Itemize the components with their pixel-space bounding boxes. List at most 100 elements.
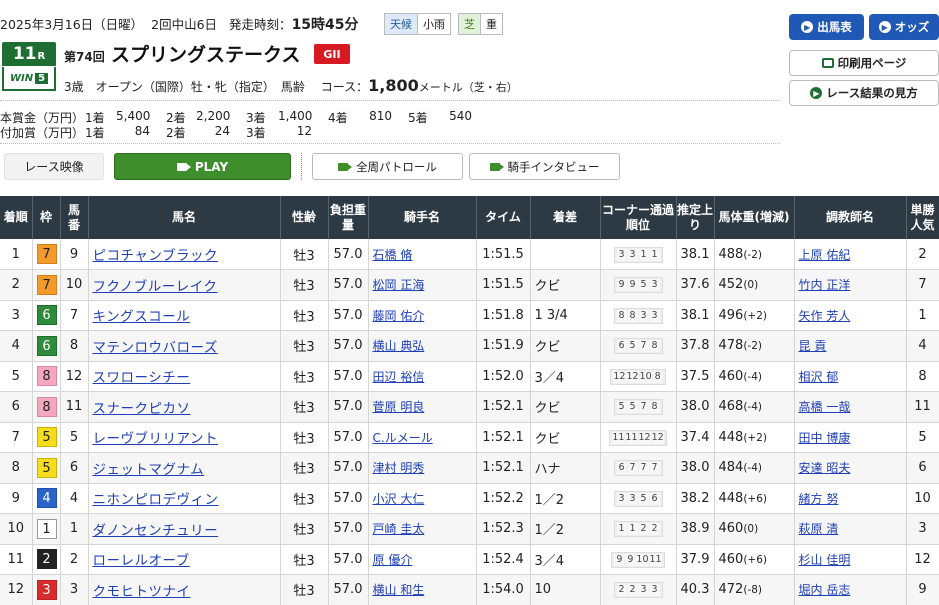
body-weight-value: 460: [718, 551, 744, 567]
last-3f: 38.9: [676, 513, 715, 545]
last-3f: 38.1: [676, 239, 715, 270]
carried-weight: 57.0: [328, 269, 369, 301]
sex-age: 牡3: [280, 300, 329, 331]
col-header-sex: 性齢: [280, 196, 329, 239]
jockey-name-link[interactable]: 津村 明秀: [373, 461, 425, 475]
jockey-cell: 藤岡 佑介: [368, 300, 477, 331]
jockey-name-link[interactable]: 小沢 大仁: [373, 492, 425, 506]
horse-name-link[interactable]: フクノブルーレイク: [93, 279, 218, 295]
jockey-name-link[interactable]: 松岡 正海: [373, 278, 425, 292]
sex-age: 牡3: [280, 422, 329, 453]
horse-name-link[interactable]: クモヒトツナイ: [93, 584, 191, 600]
bracket-cell: 8: [32, 361, 61, 392]
corner-position: 5: [627, 401, 638, 414]
corner-position: 1: [638, 248, 649, 261]
jockey-name-link[interactable]: 石橋 脩: [373, 248, 413, 262]
corner-position: 8: [649, 340, 660, 353]
jockey-cell: 田辺 裕信: [368, 361, 477, 392]
jockey-name-link[interactable]: 横山 典弘: [373, 339, 425, 353]
corner-position: 3: [638, 584, 649, 597]
corner-position: 7: [627, 462, 638, 475]
trainer-cell: 田中 博康: [794, 422, 907, 453]
finish-time: 1:52.1: [476, 452, 531, 484]
trainer-name-link[interactable]: 堀内 岳志: [799, 583, 851, 597]
corner-position: 3: [638, 309, 649, 322]
corner-position: 8: [627, 309, 638, 322]
horse-name-link[interactable]: ニホンピロデヴィン: [93, 492, 219, 508]
bracket-cell: 7: [32, 269, 61, 301]
horse-name-link[interactable]: キングスコール: [93, 309, 191, 325]
corner-positions: 12 12 10 8: [610, 368, 666, 385]
jockey-name-link[interactable]: 戸崎 圭太: [373, 522, 425, 536]
trainer-name-link[interactable]: 緒方 努: [799, 492, 839, 506]
jockey-name-link[interactable]: 藤岡 佑介: [373, 309, 425, 323]
finish-position: 1: [0, 239, 33, 270]
corner-positions: 11 11 12 12: [609, 429, 667, 446]
trainer-name-link[interactable]: 杉山 佳明: [799, 553, 851, 567]
horse-name-link[interactable]: レーヴブリリアント: [93, 431, 218, 447]
trainer-name-link[interactable]: 昆 貢: [799, 339, 827, 353]
horse-cell: ピコチャンブラック: [88, 239, 281, 270]
finish-position: 7: [0, 422, 33, 453]
last-3f: 38.0: [676, 452, 715, 484]
horse-name-link[interactable]: ローレルオーブ: [93, 553, 190, 569]
horse-name-link[interactable]: スワローシチー: [93, 370, 191, 386]
corner-position: 5: [627, 340, 638, 353]
last-3f: 38.2: [676, 483, 715, 514]
horse-name-link[interactable]: マテンロウバローズ: [93, 340, 218, 356]
corner-cell: 5578: [600, 391, 677, 423]
divider: [0, 143, 780, 144]
jockey-name-link[interactable]: 原 優介: [373, 553, 413, 567]
entries-button[interactable]: ▶ 出馬表: [789, 14, 864, 40]
trainer-name-link[interactable]: 相沢 郁: [799, 370, 839, 384]
popularity: 2: [906, 239, 939, 270]
horse-number: 1: [60, 513, 89, 545]
bracket-number: 6: [36, 335, 57, 356]
race-video-label: レース映像: [4, 153, 104, 180]
sex-age: 牡3: [280, 330, 329, 362]
trainer-cell: 緒方 努: [794, 483, 907, 514]
patrol-video-button[interactable]: 全周パトロール: [312, 153, 463, 180]
trainer-name-link[interactable]: 安達 昭夫: [799, 461, 851, 475]
margin: 3／4: [530, 544, 601, 575]
trainer-name-link[interactable]: 高橋 一哉: [799, 400, 851, 414]
corner-position: 10: [636, 553, 649, 566]
jockey-name-link[interactable]: 菅原 明良: [373, 400, 425, 414]
horse-name-link[interactable]: スナークピカソ: [93, 401, 191, 417]
trainer-name-link[interactable]: 竹内 正洋: [799, 278, 851, 292]
sex-age: 牡3: [280, 513, 329, 545]
jockey-cell: 菅原 明良: [368, 391, 477, 423]
finish-time: 1:54.0: [476, 574, 531, 605]
trainer-cell: 堀内 岳志: [794, 574, 907, 605]
odds-button[interactable]: ▶ オッズ: [869, 14, 939, 40]
trainer-name-link[interactable]: 上原 佑紀: [799, 248, 851, 262]
jockey-name-link[interactable]: 田辺 裕信: [373, 370, 425, 384]
trainer-name-link[interactable]: 萩原 清: [799, 522, 839, 536]
horse-number: 11: [60, 391, 89, 423]
jockey-name-link[interactable]: C.ルメール: [373, 431, 433, 445]
popularity: 4: [906, 330, 939, 362]
horse-name-link[interactable]: ピコチャンブラック: [93, 248, 218, 264]
corner-position: 6: [616, 340, 627, 353]
corner-position: 9: [614, 553, 625, 566]
jockey-interview-button[interactable]: 騎手インタビュー: [469, 153, 620, 180]
trainer-cell: 相沢 郁: [794, 361, 907, 392]
jockey-name-link[interactable]: 横山 和生: [373, 583, 425, 597]
play-button[interactable]: PLAY: [114, 153, 291, 180]
finish-time: 1:52.4: [476, 544, 531, 575]
print-page-button[interactable]: 印刷用ページ: [789, 50, 939, 76]
last-3f: 38.0: [676, 391, 715, 423]
horse-name-link[interactable]: ジェットマグナム: [93, 462, 205, 478]
body-weight: 488(-2): [714, 239, 795, 270]
result-guide-button[interactable]: ▶ レース結果の見方: [789, 80, 939, 106]
horse-name-link[interactable]: ダノンセンチュリー: [93, 523, 219, 539]
race-edition: 第74回: [64, 50, 105, 64]
horse-cell: スワローシチー: [88, 361, 281, 392]
horse-number: 10: [60, 269, 89, 301]
trainer-name-link[interactable]: 矢作 芳人: [799, 309, 851, 323]
weather-label: 天候: [385, 14, 418, 34]
finish-position: 12: [0, 574, 33, 605]
bracket-number: 6: [36, 305, 57, 326]
carried-weight: 57.0: [328, 330, 369, 362]
trainer-name-link[interactable]: 田中 博康: [799, 431, 851, 445]
